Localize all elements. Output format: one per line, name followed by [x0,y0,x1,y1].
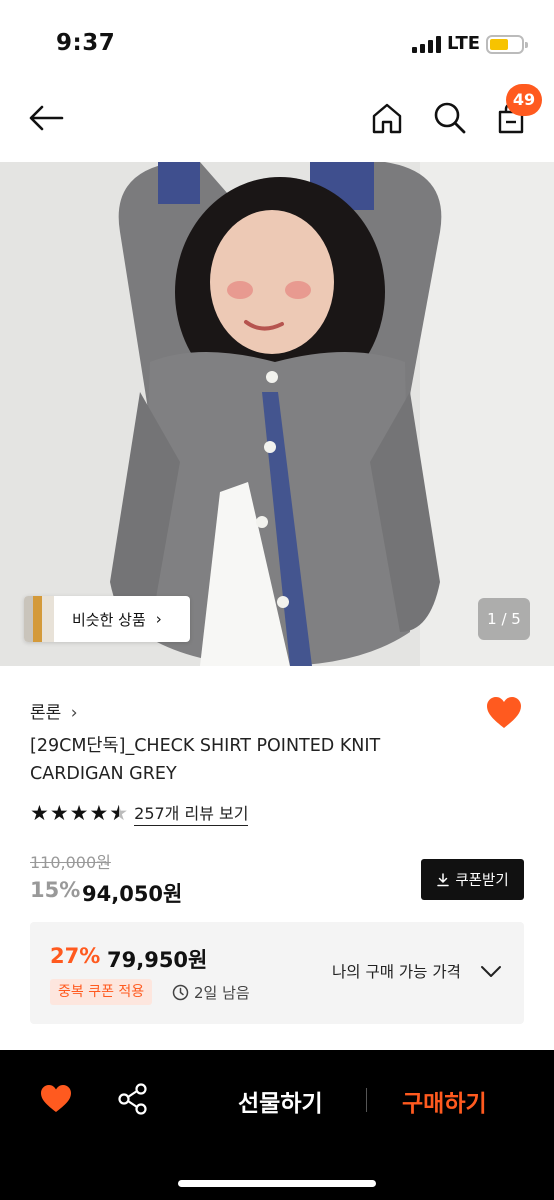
rating-row: ★ ★ ★ ★ ★ 257개 리뷰 보기 [30,800,249,826]
battery-icon [486,35,528,54]
product-image[interactable] [0,162,554,666]
image-pager: 1 / 5 [478,598,530,640]
heart-icon[interactable] [40,1084,72,1114]
star-icon: ★ [89,801,109,825]
star-icon: ★ [69,801,89,825]
chevron-down-icon[interactable] [480,962,502,980]
gift-button[interactable]: 선물하기 [238,1084,323,1118]
search-icon[interactable] [430,98,470,138]
wishlist-heart-icon[interactable] [486,696,522,730]
divider [366,1088,367,1112]
my-discount-rate: 27% [50,944,101,968]
cart-count-badge: 49 [506,84,542,116]
sale-price: 94,050원 [82,882,183,906]
similar-thumbnail [24,596,54,642]
half-star-icon: ★ [109,801,128,825]
similar-products-button[interactable]: 비슷한 상품 › [24,596,190,642]
my-price-label: 나의 구매 가능 가격 [332,963,461,981]
share-icon[interactable] [117,1082,149,1116]
status-time: 9:37 [56,30,116,56]
back-arrow-icon[interactable] [26,98,66,138]
similar-label: 비슷한 상품 [72,610,146,629]
signal-icon [412,35,441,53]
chevron-right-icon: › [155,610,162,628]
home-indicator [178,1180,376,1187]
home-icon[interactable] [367,98,407,138]
discount-rate: 15% [30,878,81,902]
coupon-tag: 중복 쿠폰 적용 [50,979,153,1005]
product-title: [29CM단독]_CHECK SHIRT POINTED KNIT CARDIG… [30,736,381,784]
coupon-timer: 2일 남음 [172,982,250,1003]
buy-button[interactable]: 구매하기 [402,1084,487,1118]
review-link[interactable]: 257개 리뷰 보기 [134,800,249,826]
bottom-action-bar: 선물하기 구매하기 [0,1050,554,1200]
brand-name: 론론 [30,703,62,723]
product-photo [0,162,554,666]
timer-text: 2일 남음 [194,984,250,1002]
my-price-box[interactable]: 27% 79,950원 중복 쿠폰 적용 2일 남음 나의 구매 가능 가격 [30,922,524,1024]
coupon-download-button[interactable]: 쿠폰받기 [421,859,524,900]
clock-icon [172,984,189,1001]
original-price: 110,000원 [30,853,111,872]
my-price-value: 79,950원 [107,948,208,972]
rating-stars: ★ ★ ★ ★ ★ [30,801,128,825]
star-icon: ★ [49,801,69,825]
star-icon: ★ [30,801,49,825]
chevron-right-icon: › [70,703,78,723]
coupon-label: 쿠폰받기 [455,873,509,889]
download-icon [437,872,450,886]
top-nav [0,80,554,162]
network-label: LTE [447,33,481,54]
status-bar: 9:37 LTE [0,0,554,80]
brand-link[interactable]: 론론 › [30,698,78,723]
